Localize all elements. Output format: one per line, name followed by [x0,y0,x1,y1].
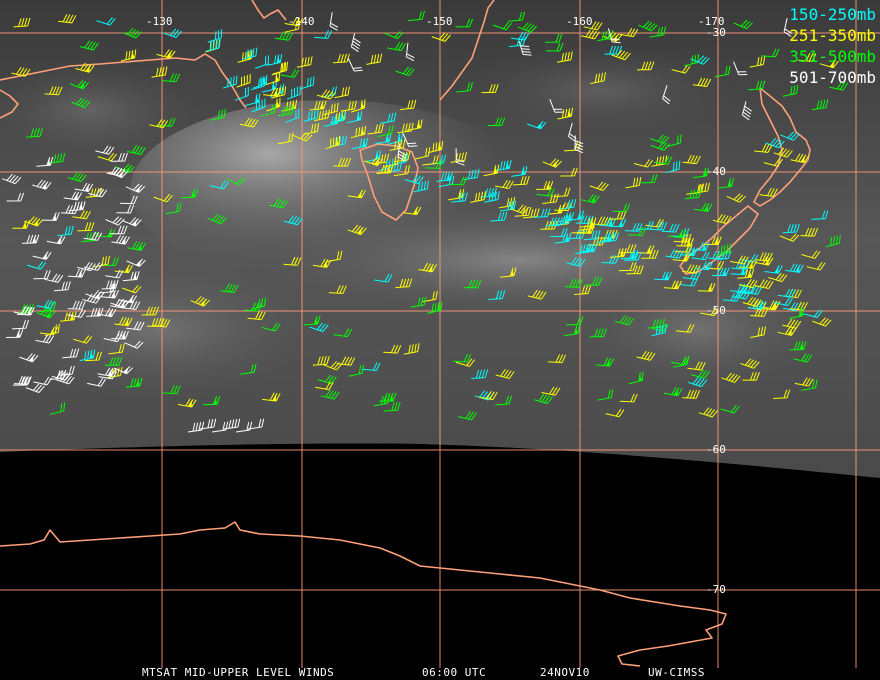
legend-entry-351-500mb: 351-500mb [789,47,876,66]
legend-entry-501-700mb: 501-700mb [789,68,876,87]
longitude-label: -150 [426,15,453,28]
footer-caption: MTSAT MID-UPPER LEVEL WINDS 06:00 UTC 24… [0,667,880,679]
longitude-label: -160 [566,15,593,28]
satellite-wind-map [0,0,880,680]
product-title: MTSAT MID-UPPER LEVEL WINDS [142,666,335,679]
latitude-label: -70 [706,583,726,596]
observation-time: 06:00 UTC [422,666,487,679]
legend-entry-251-350mb: 251-350mb [789,26,876,45]
longitude-label: -140 [288,15,315,28]
latitude-label: -60 [706,443,726,456]
latitude-label: -50 [706,304,726,317]
longitude-label: -130 [146,15,173,28]
data-source: UW-CIMSS [648,666,705,679]
latitude-label: -40 [706,165,726,178]
observation-date: 24NOV10 [540,666,590,679]
pressure-legend: 150-250mb 251-350mb 351-500mb 501-700mb [789,4,876,88]
legend-entry-150-250mb: 150-250mb [789,5,876,24]
latitude-label: -30 [706,26,726,39]
